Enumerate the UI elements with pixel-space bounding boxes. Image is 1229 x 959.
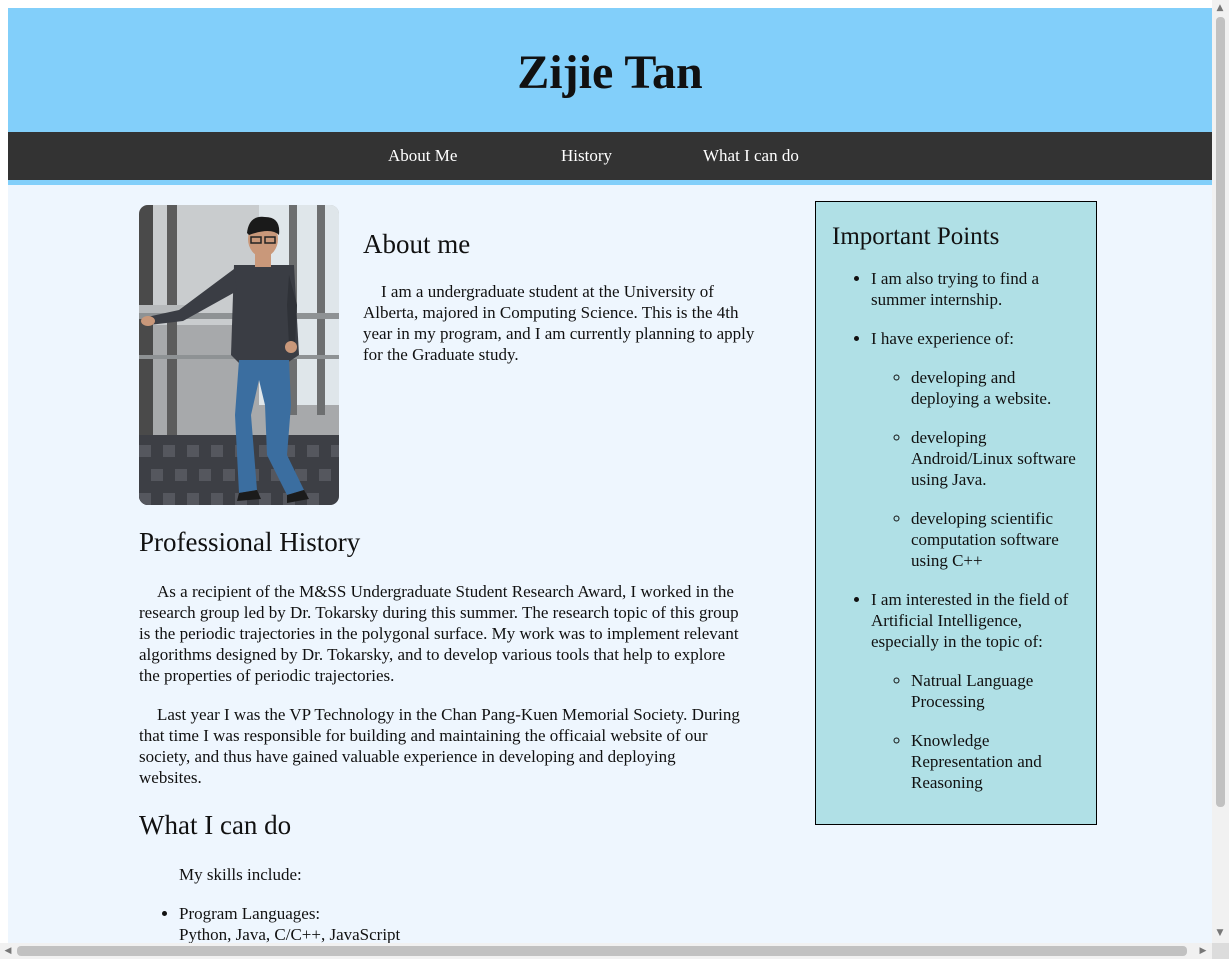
list-item: developing scientific computation softwa… [911,508,1086,571]
page: Zijie Tan About Me History What I can do [8,8,1212,943]
points-list: I am also trying to find a summer intern… [816,268,1086,811]
vertical-scrollbar[interactable]: ▲ ▼ [1212,0,1229,943]
point-text: I have experience of: [871,329,1014,348]
scrollbar-corner [1212,943,1229,959]
scroll-right-icon[interactable]: ▶ [1195,943,1211,959]
horizontal-scroll-thumb[interactable] [17,946,1187,956]
scroll-left-icon[interactable]: ◀ [0,943,16,959]
list-item: I am also trying to find a summer intern… [871,268,1086,310]
list-item: developing and deploying a website. [911,367,1086,409]
point-text: I am also trying to find a summer intern… [871,269,1040,309]
nav-link-about-me[interactable]: About Me [388,145,457,167]
list-item: developing Android/Linux software using … [911,427,1086,490]
profile-photo [139,205,339,505]
skill-label: Program Languages: [179,904,321,923]
nav-link-what-i-can-do[interactable]: What I can do [703,145,799,167]
site-title: Zijie Tan [517,46,703,99]
about-text: I am a undergraduate student at the Univ… [363,282,755,364]
list-item: I have experience of: developing and dep… [871,328,1086,571]
list-item: Knowledge Representation and Reasoning [911,730,1086,793]
sub-list: Natrual Language Processing Knowledge Re… [871,670,1086,793]
horizontal-scrollbar[interactable]: ◀ ▶ [0,943,1212,959]
important-points-panel: Important Points I am also trying to fin… [815,201,1097,825]
list-item: I am interested in the field of Artifici… [871,589,1086,793]
nav-link-history[interactable]: History [561,145,612,167]
sub-list: developing and deploying a website. deve… [871,367,1086,571]
point-text: I am interested in the field of Artifici… [871,590,1069,651]
site-header: Zijie Tan [8,8,1212,132]
skills-list: Program Languages: Python, Java, C/C++, … [139,903,400,943]
skills-intro: My skills include: [179,865,302,884]
nav-bar: About Me History What I can do [8,132,1212,180]
history-heading: Professional History [139,527,361,557]
list-item: Program Languages: Python, Java, C/C++, … [179,903,400,943]
scroll-down-icon[interactable]: ▼ [1212,925,1228,941]
history-paragraph: As a recipient of the M&SS Undergraduate… [139,582,739,685]
important-points-heading: Important Points [832,223,1000,250]
list-item: Natrual Language Processing [911,670,1086,712]
about-heading: About me [363,229,471,259]
skills-heading: What I can do [139,810,292,840]
skill-detail: Python, Java, C/C++, JavaScript [179,925,401,943]
nav-underline [8,180,1212,185]
vertical-scroll-thumb[interactable] [1216,17,1225,807]
history-paragraph: Last year I was the VP Technology in the… [139,705,740,787]
scroll-up-icon[interactable]: ▲ [1212,0,1228,16]
